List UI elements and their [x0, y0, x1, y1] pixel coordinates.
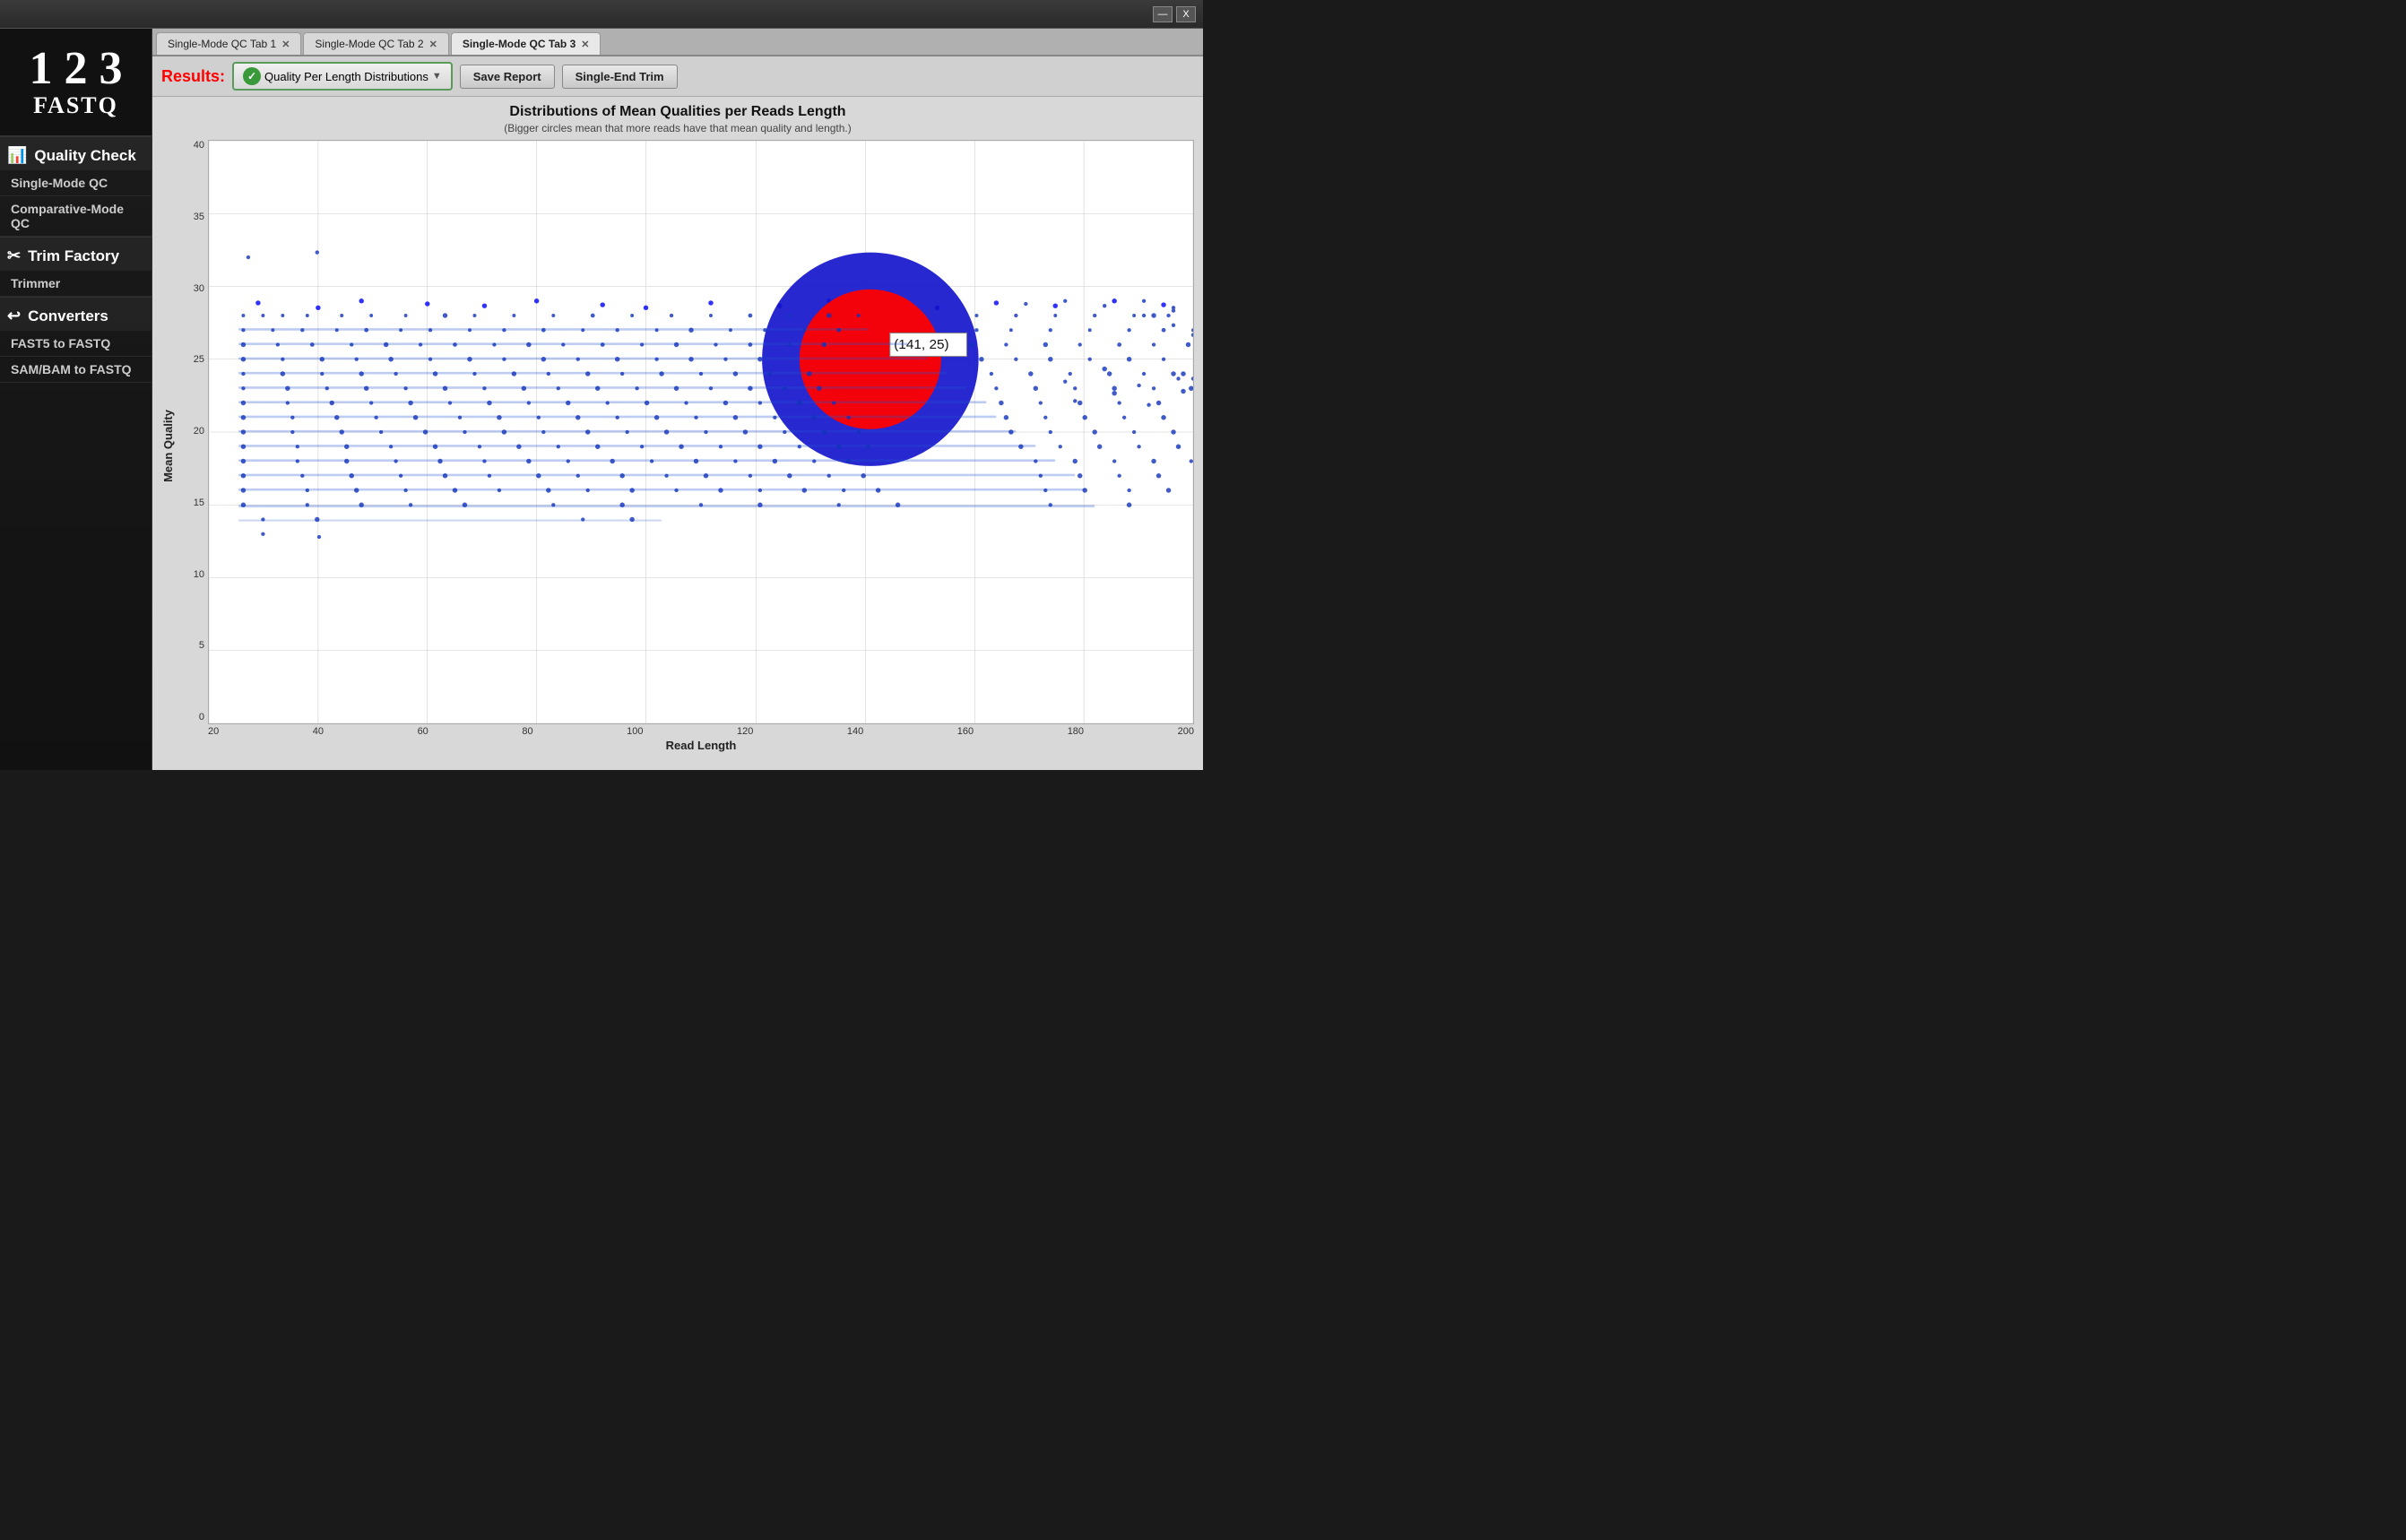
plot-with-yaxis: 40 35 30 25 20 15 10 5 0	[181, 140, 1194, 724]
minimize-button[interactable]: —	[1153, 6, 1173, 22]
single-end-trim-button[interactable]: Single-End Trim	[562, 65, 678, 89]
plot-area: (141, 25)	[208, 140, 1194, 724]
tab-3[interactable]: Single-Mode QC Tab 3 ✕	[451, 32, 602, 55]
tab-3-close[interactable]: ✕	[581, 39, 589, 50]
quality-check-label: Quality Check	[34, 147, 135, 165]
converters-label: Converters	[28, 307, 108, 325]
sidebar-item-sam-bam-to-fastq[interactable]: SAM/BAM to FASTQ	[0, 357, 151, 383]
logo-numbers: 1 2 3	[30, 46, 123, 92]
y-tick: 15	[181, 497, 208, 508]
sidebar-item-fast5-to-fastq[interactable]: FAST5 to FASTQ	[0, 331, 151, 357]
y-tick: 35	[181, 212, 208, 222]
y-axis-label-area: Mean Quality	[161, 140, 181, 752]
tab-2[interactable]: Single-Mode QC Tab 2 ✕	[303, 32, 448, 55]
x-ticks: 20 40 60 80 100 120 140 160 180 200	[208, 724, 1194, 737]
chart-title: Distributions of Mean Qualities per Read…	[161, 104, 1194, 120]
results-label: Results:	[161, 67, 225, 86]
x-tick: 120	[737, 726, 753, 737]
y-tick: 40	[181, 140, 208, 151]
dropdown-arrow-icon: ▼	[432, 71, 442, 82]
y-tick: 5	[181, 640, 208, 651]
close-button[interactable]: X	[1176, 6, 1196, 22]
y-axis-label: Mean Quality	[161, 410, 175, 482]
save-report-button[interactable]: Save Report	[460, 65, 555, 89]
chart-svg: (141, 25)	[209, 141, 1193, 723]
chart-container: Mean Quality 40 35 30 25 20 15 10 5 0	[161, 140, 1194, 752]
content-area: Single-Mode QC Tab 1 ✕ Single-Mode QC Ta…	[152, 29, 1203, 770]
toolbar: Results: ✓ Quality Per Length Distributi…	[152, 56, 1203, 97]
sidebar: 1 2 3 FASTQ 📊 Quality Check Single-Mode …	[0, 29, 152, 770]
tab-1-label: Single-Mode QC Tab 1	[168, 38, 276, 50]
sidebar-section-quality-check[interactable]: 📊 Quality Check	[0, 136, 151, 170]
x-tick: 200	[1178, 726, 1194, 737]
sidebar-item-single-mode-qc[interactable]: Single-Mode QC	[0, 170, 151, 196]
y-ticks: 40 35 30 25 20 15 10 5 0	[181, 140, 208, 724]
chart-area: Distributions of Mean Qualities per Read…	[152, 97, 1203, 770]
sidebar-section-trim-factory[interactable]: ✂ Trim Factory	[0, 237, 151, 271]
x-tick: 180	[1068, 726, 1084, 737]
trim-factory-label: Trim Factory	[28, 247, 119, 265]
dropdown-label: Quality Per Length Distributions	[264, 70, 428, 83]
x-tick: 140	[847, 726, 863, 737]
x-axis-row: 20 40 60 80 100 120 140 160 180 200	[181, 724, 1194, 737]
y-tick: 30	[181, 283, 208, 294]
quality-check-icon: 📊	[7, 146, 27, 165]
y-tick: 25	[181, 354, 208, 365]
x-tick: 160	[957, 726, 974, 737]
x-axis-label: Read Length	[181, 739, 1194, 752]
sidebar-section-converters[interactable]: ↩ Converters	[0, 297, 151, 331]
converters-icon: ↩	[7, 307, 21, 325]
y-tick: 10	[181, 569, 208, 580]
x-tick: 20	[208, 726, 219, 737]
dropdown-button[interactable]: ✓ Quality Per Length Distributions ▼	[232, 62, 453, 91]
sidebar-item-trimmer[interactable]: Trimmer	[0, 271, 151, 297]
tab-2-close[interactable]: ✕	[429, 39, 437, 50]
x-tick: 100	[627, 726, 643, 737]
chart-subtitle: (Bigger circles mean that more reads hav…	[161, 122, 1194, 134]
tab-1-close[interactable]: ✕	[281, 39, 290, 50]
x-tick: 80	[522, 726, 532, 737]
trim-factory-icon: ✂	[7, 247, 21, 265]
x-tick: 40	[313, 726, 324, 737]
tab-2-label: Single-Mode QC Tab 2	[315, 38, 423, 50]
y-tick: 20	[181, 426, 208, 437]
tab-3-label: Single-Mode QC Tab 3	[463, 38, 576, 50]
logo-fastq: FASTQ	[30, 92, 123, 119]
y-tick: 0	[181, 712, 208, 722]
check-icon: ✓	[243, 67, 261, 85]
sidebar-item-comparative-mode-qc[interactable]: Comparative-Mode QC	[0, 196, 151, 237]
tab-bar: Single-Mode QC Tab 1 ✕ Single-Mode QC Ta…	[152, 29, 1203, 56]
logo: 1 2 3 FASTQ	[0, 29, 151, 136]
x-tick: 60	[418, 726, 428, 737]
tab-1[interactable]: Single-Mode QC Tab 1 ✕	[156, 32, 301, 55]
titlebar: — X	[0, 0, 1203, 29]
chart-inner: 40 35 30 25 20 15 10 5 0	[181, 140, 1194, 752]
main-layout: 1 2 3 FASTQ 📊 Quality Check Single-Mode …	[0, 29, 1203, 770]
